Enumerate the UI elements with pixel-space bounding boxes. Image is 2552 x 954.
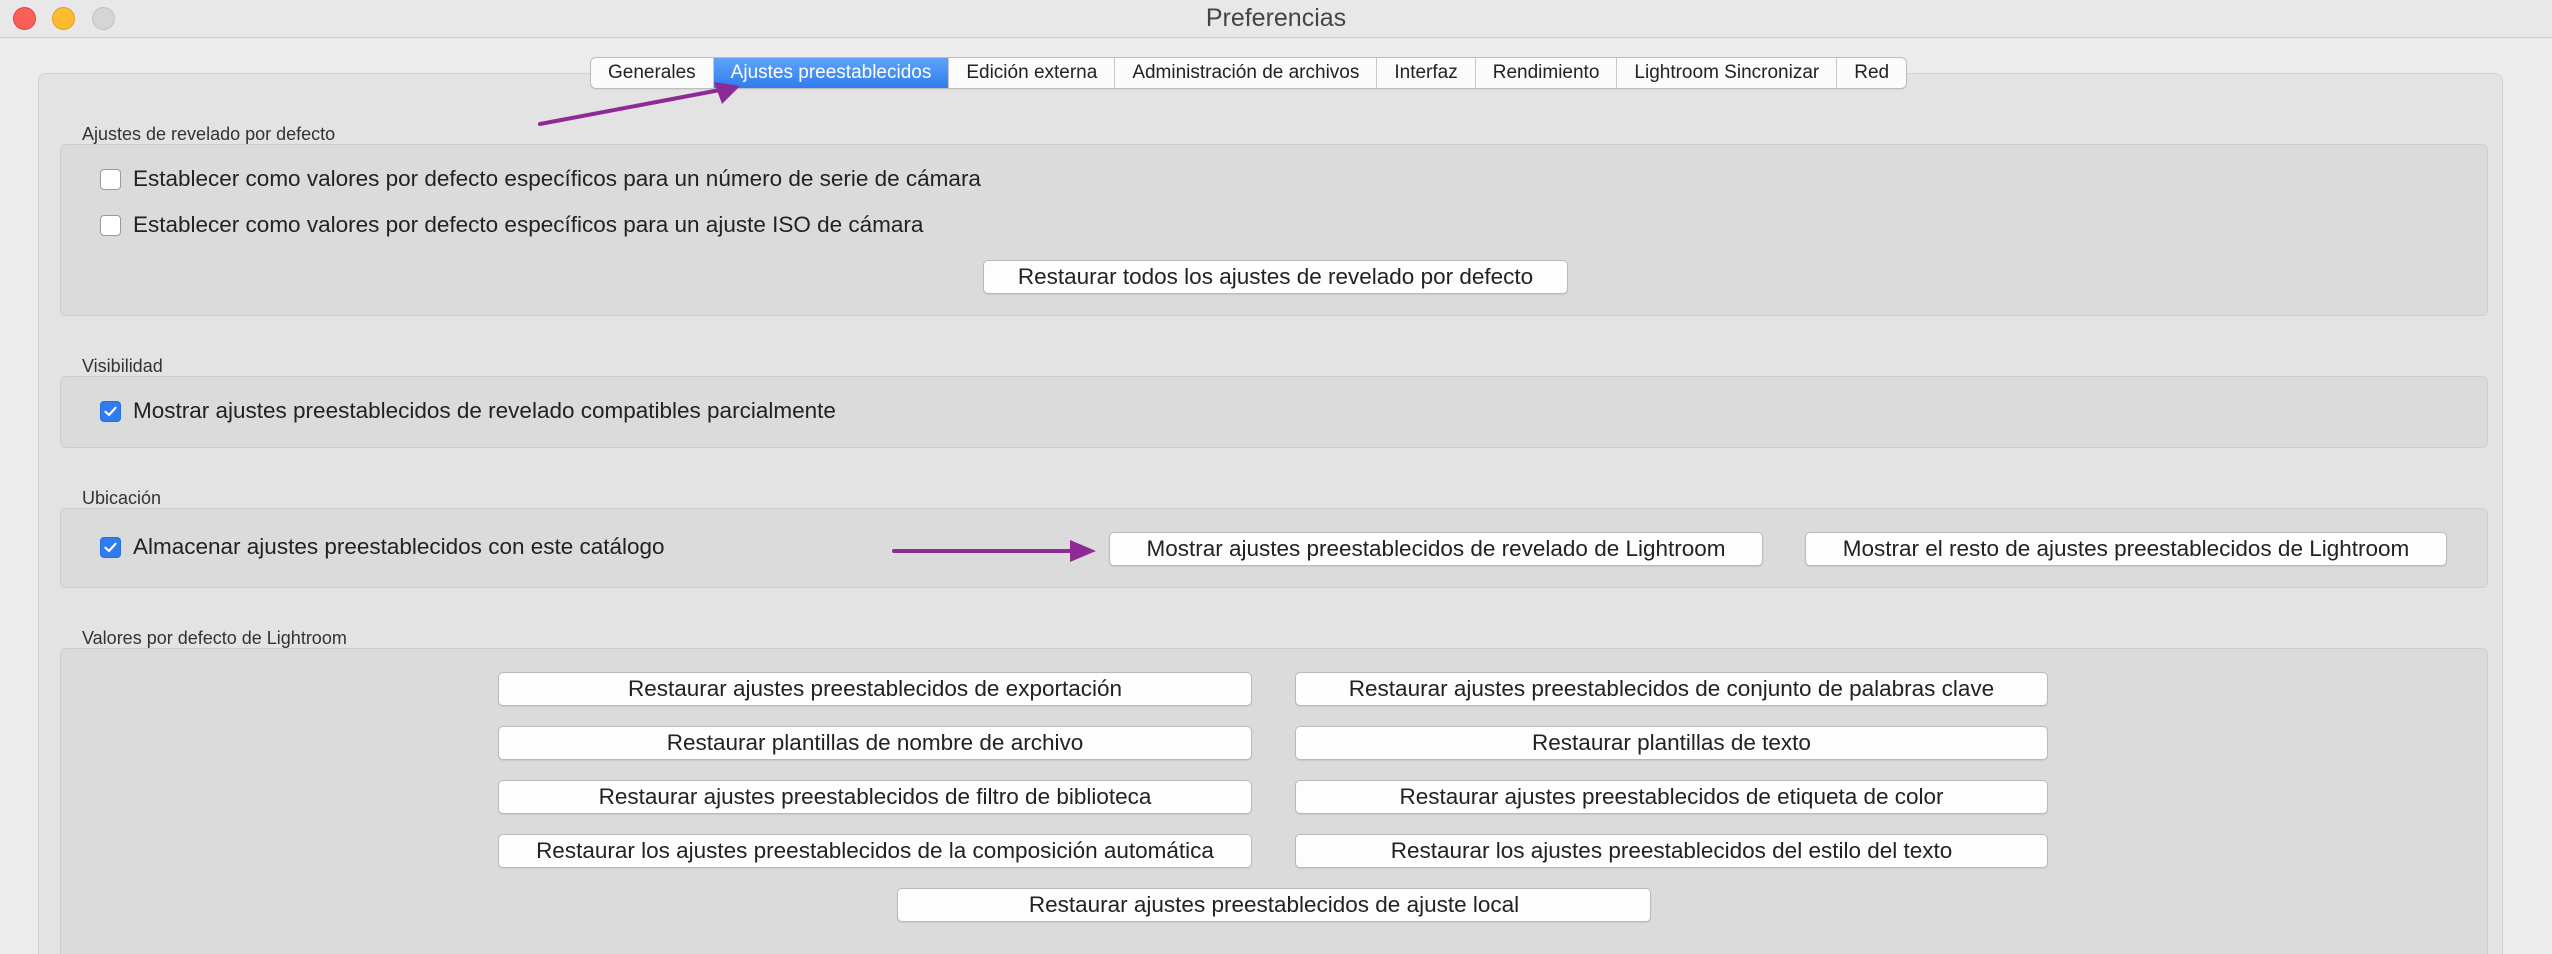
restore-keyword-set-presets-button[interactable]: Restaurar ajustes preestablecidos de con… xyxy=(1295,672,2048,706)
restore-color-label-presets-button[interactable]: Restaurar ajustes preestablecidos de eti… xyxy=(1295,780,2048,814)
store-with-catalog-row[interactable]: Almacenar ajustes preestablecidos con es… xyxy=(100,534,665,560)
store-with-catalog-checkbox[interactable] xyxy=(100,536,121,558)
window-title: Preferencias xyxy=(1205,4,1347,32)
restore-text-style-presets-button[interactable]: Restaurar los ajustes preestablecidos de… xyxy=(1295,834,2048,868)
restore-auto-layout-presets-button[interactable]: Restaurar los ajustes preestablecidos de… xyxy=(498,834,1252,868)
restore-local-adjustment-presets-button[interactable]: Restaurar ajustes preestablecidos de aju… xyxy=(897,888,1651,922)
restore-filename-templates-button[interactable]: Restaurar plantillas de nombre de archiv… xyxy=(498,726,1252,760)
checkmark-icon xyxy=(104,542,117,552)
section-label-lightroom-defaults: Valores por defecto de Lightroom xyxy=(82,628,347,648)
show-other-presets-button[interactable]: Mostrar el resto de ajustes preestableci… xyxy=(1805,532,2447,566)
tab-administracion-archivos[interactable]: Administración de archivos xyxy=(1115,58,1378,88)
serial-default-label: Establecer como valores por defecto espe… xyxy=(133,166,981,191)
checkmark-icon xyxy=(104,406,117,416)
iso-default-row[interactable]: Establecer como valores por defecto espe… xyxy=(100,212,923,238)
section-label-develop-defaults: Ajustes de revelado por defecto xyxy=(82,124,336,144)
section-label-visibility: Visibilidad xyxy=(82,356,163,376)
partial-compatible-label: Mostrar ajustes preestablecidos de revel… xyxy=(133,398,836,423)
show-develop-presets-button[interactable]: Mostrar ajustes preestablecidos de revel… xyxy=(1109,532,1763,566)
tab-red[interactable]: Red xyxy=(1837,58,1906,88)
serial-default-row[interactable]: Establecer como valores por defecto espe… xyxy=(100,166,981,192)
iso-default-checkbox[interactable] xyxy=(100,214,121,236)
section-label-location: Ubicación xyxy=(82,488,162,508)
store-with-catalog-label: Almacenar ajustes preestablecidos con es… xyxy=(133,534,665,559)
tab-interfaz[interactable]: Interfaz xyxy=(1377,58,1476,88)
preferences-tab-bar: Generales Ajustes preestablecidos Edició… xyxy=(590,57,1908,89)
partial-compatible-checkbox[interactable] xyxy=(100,400,121,422)
tab-edicion-externa[interactable]: Edición externa xyxy=(949,58,1116,88)
partial-compatible-row[interactable]: Mostrar ajustes preestablecidos de revel… xyxy=(100,398,836,424)
annotation-arrow-icon xyxy=(538,82,740,126)
reset-develop-defaults-button[interactable]: Restaurar todos los ajustes de revelado … xyxy=(983,260,1568,294)
serial-default-checkbox[interactable] xyxy=(100,168,121,190)
restore-export-presets-button[interactable]: Restaurar ajustes preestablecidos de exp… xyxy=(498,672,1252,706)
restore-text-templates-button[interactable]: Restaurar plantillas de texto xyxy=(1295,726,2048,760)
tab-lightroom-sincronizar[interactable]: Lightroom Sincronizar xyxy=(1617,58,1838,88)
iso-default-label: Establecer como valores por defecto espe… xyxy=(133,212,924,237)
tab-rendimiento[interactable]: Rendimiento xyxy=(1476,58,1618,88)
title-bar: Preferencias xyxy=(0,0,2552,38)
annotation-arrow-icon xyxy=(892,540,1096,562)
restore-library-filter-presets-button[interactable]: Restaurar ajustes preestablecidos de fil… xyxy=(498,780,1252,814)
